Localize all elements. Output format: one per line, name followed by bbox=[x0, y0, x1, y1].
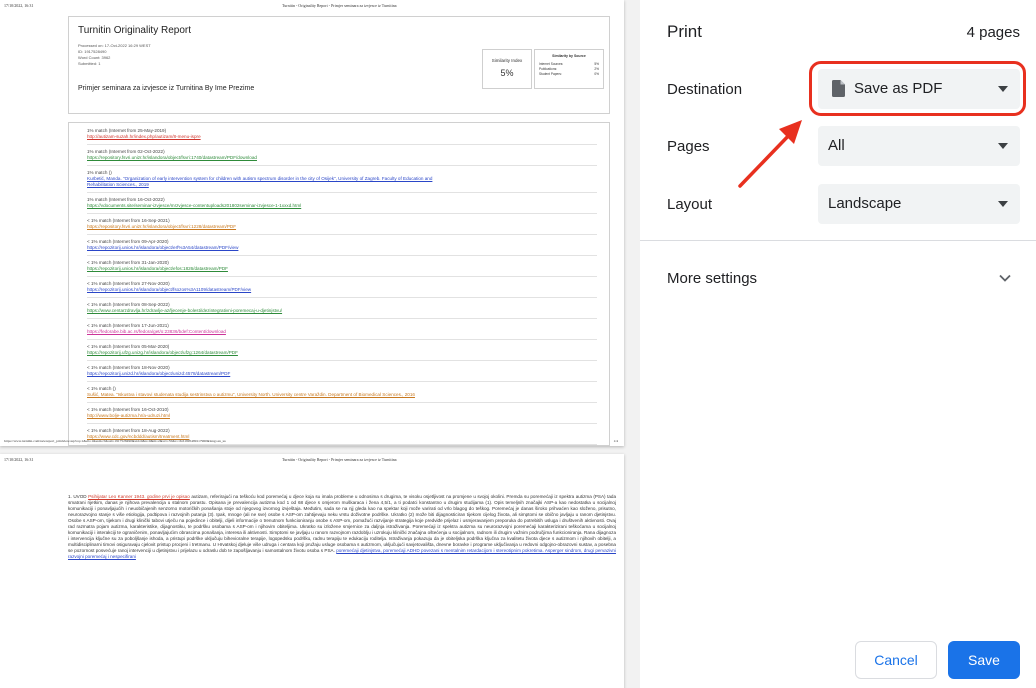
match-divider bbox=[87, 360, 597, 361]
match-item: < 1% match () Sušić, Matea. "Iskustva i s… bbox=[87, 386, 597, 398]
match-divider bbox=[87, 276, 597, 277]
chevron-down-icon[interactable] bbox=[998, 271, 1012, 285]
match-divider bbox=[87, 144, 597, 145]
match-item: 1% match (Internet from 25-May-2019) http… bbox=[87, 128, 597, 140]
match-divider bbox=[87, 339, 597, 340]
pages-select[interactable]: All bbox=[818, 126, 1020, 166]
match-item: < 1% match (Internet from 16-Oct-2010) ht… bbox=[87, 407, 597, 419]
page-footer-url: https://www.turnitin.com/newreport_print… bbox=[4, 439, 226, 443]
preview-page-2: 17/10/2022, 16:31 Turnitin - Originality… bbox=[0, 454, 624, 688]
match-source-link[interactable]: https://repozitorij.unios.hr/islandora/o… bbox=[87, 287, 597, 293]
caret-down-icon bbox=[998, 201, 1008, 207]
match-item: 1% match (Internet from 16-Oct-2022) http… bbox=[87, 197, 597, 209]
match-divider bbox=[87, 381, 597, 382]
match-item: < 1% match (Internet from 17-Jun-2021) ht… bbox=[87, 323, 597, 335]
layout-value: Landscape bbox=[828, 195, 902, 212]
similarity-index-value: 5% bbox=[500, 68, 514, 78]
match-item: 1% match () Kurbetić, Manda. "Organizatio… bbox=[87, 170, 597, 188]
report-title: Turnitin Originality Report bbox=[78, 25, 192, 36]
match-item: < 1% match (Internet from 16-Sep-2021) ht… bbox=[87, 218, 597, 230]
similarity-by-source-title: Similarity by Source bbox=[552, 54, 586, 58]
match-source-link[interactable]: Sušić, Matea. "Iskustva i stavovi studen… bbox=[87, 392, 597, 398]
source-name: Internet Sources: bbox=[539, 62, 564, 66]
print-preview[interactable]: 17/10/2022, 16:31 Turnitin - Originality… bbox=[0, 0, 640, 688]
destination-label: Destination bbox=[667, 81, 743, 98]
match-source-link[interactable]: http://www.bolje-autizma.hr/a-udruzi.htm… bbox=[87, 413, 597, 419]
source-row: Internet Sources: 5% bbox=[539, 62, 599, 66]
match-source-link[interactable]: http://autizam-suzah.hr/index.php/autiza… bbox=[87, 134, 597, 140]
match-divider bbox=[87, 192, 597, 193]
match-item: < 1% match (Internet from 27-Nov-2020) ht… bbox=[87, 281, 597, 293]
source-name: Student Papers: bbox=[539, 72, 562, 76]
source-value: 5% bbox=[594, 62, 599, 66]
report-header-box: Turnitin Originality Report Processed on… bbox=[68, 16, 610, 114]
match-item: 1% match (Internet from 02-Oct-2022) http… bbox=[87, 149, 597, 161]
match-divider bbox=[87, 165, 597, 166]
cancel-button[interactable]: Cancel bbox=[855, 641, 937, 679]
match-divider bbox=[87, 423, 597, 424]
page-header-date: 17/10/2022, 16:31 bbox=[4, 457, 34, 462]
similarity-index-label: Similarity Index bbox=[491, 58, 523, 63]
print-dialog-title: Print bbox=[667, 22, 702, 41]
report-subtitle: Primjer seminara za izvjesce iz Turnitin… bbox=[78, 85, 255, 92]
report-meta-id: ID: 1917528490 bbox=[78, 49, 107, 54]
page-header-title: Turnitin - Originality Report - Primjer … bbox=[282, 457, 397, 462]
match-divider bbox=[87, 297, 597, 298]
match-item: < 1% match (Internet from 18-Nov-2020) ht… bbox=[87, 365, 597, 377]
match-divider bbox=[87, 318, 597, 319]
preview-page-1: 17/10/2022, 16:31 Turnitin - Originality… bbox=[0, 0, 624, 446]
report-meta-submitted: Submitted: 1 bbox=[78, 61, 101, 66]
match-divider bbox=[87, 402, 597, 403]
match-source-link[interactable]: https://repozitorij.unios.hr/islandora/o… bbox=[87, 245, 597, 251]
body-paragraph: autizam, referirajući na teškoću kod por… bbox=[68, 494, 617, 554]
match-source-link[interactable]: https://repository.fsvri.unizr.hr/island… bbox=[87, 155, 597, 161]
match-divider bbox=[87, 213, 597, 214]
red-highlight-annotation bbox=[809, 61, 1026, 116]
match-source-link[interactable]: Rehabilitation Sciences., 2019 bbox=[87, 182, 597, 188]
match-source-link[interactable]: https://repozitorij.unios.hr/islandora/o… bbox=[87, 266, 597, 272]
match-source-link[interactable]: https://www.centarzdravlja.hr/zdravlje-a… bbox=[87, 308, 597, 314]
layout-select[interactable]: Landscape bbox=[818, 184, 1020, 224]
highlighted-match-text: Psihijatar Leo Kanner 1943. godine prvi … bbox=[88, 494, 190, 499]
match-source-link[interactable]: https://repository.fsvri.unizr.hr/island… bbox=[87, 224, 597, 230]
match-divider bbox=[87, 255, 597, 256]
page-footer-number: 1/4 bbox=[613, 439, 618, 443]
report-meta-word-count: Word Count: 3962 bbox=[78, 55, 111, 60]
pages-label: Pages bbox=[667, 138, 710, 155]
print-settings-panel: Print 4 pages Destination Save as PDF Pa… bbox=[640, 0, 1036, 688]
panel-divider bbox=[640, 240, 1036, 241]
match-source-link[interactable]: https://fedorabe.bib.ac.rs/fedora/get/o:… bbox=[87, 329, 597, 335]
report-meta-processed: Processed on: 17-Oct-2022 16:29 WEST bbox=[78, 43, 151, 48]
match-source-link[interactable]: https://repozitorij.unizd.hr/islandora/o… bbox=[87, 371, 597, 377]
report-body-text: 1. UVOD Psihijatar Leo Kanner 1943. godi… bbox=[68, 494, 617, 560]
match-list: 1% match (Internet from 25-May-2019) http… bbox=[68, 122, 610, 446]
caret-down-icon bbox=[998, 143, 1008, 149]
layout-label: Layout bbox=[667, 196, 713, 213]
pages-value: All bbox=[828, 137, 845, 154]
match-item: < 1% match (Internet from 31-Jan-2020) ht… bbox=[87, 260, 597, 272]
source-name: Publications: bbox=[539, 67, 558, 71]
source-value: 2% bbox=[594, 67, 599, 71]
source-row: Publications: 2% bbox=[539, 67, 599, 71]
similarity-index-box: Similarity Index 5% bbox=[482, 49, 532, 89]
save-button[interactable]: Save bbox=[948, 641, 1020, 679]
match-item: < 1% match (Internet from 05-Mar-2020) ht… bbox=[87, 344, 597, 356]
match-divider bbox=[87, 234, 597, 235]
match-source-link[interactable]: https://vdocuments.site/seminar-izvjesce… bbox=[87, 203, 597, 209]
page-count: 4 pages bbox=[966, 24, 1020, 41]
more-settings-toggle[interactable]: More settings bbox=[667, 270, 757, 287]
source-value: 0% bbox=[594, 72, 599, 76]
page-header-date: 17/10/2022, 16:31 bbox=[4, 3, 34, 8]
similarity-by-source-box: Similarity by Source Internet Sources: 5%… bbox=[534, 49, 604, 89]
match-item: < 1% match (Internet from 09-Apr-2020) ht… bbox=[87, 239, 597, 251]
match-source-link[interactable]: https://repozitorij.ufzg.unizg.hr/island… bbox=[87, 350, 597, 356]
match-divider bbox=[87, 444, 597, 445]
match-item: < 1% match (Internet from 08-Sep-2022) ht… bbox=[87, 302, 597, 314]
page-header-title: Turnitin - Originality Report - Primjer … bbox=[282, 3, 397, 8]
source-row: Student Papers: 0% bbox=[539, 72, 599, 76]
